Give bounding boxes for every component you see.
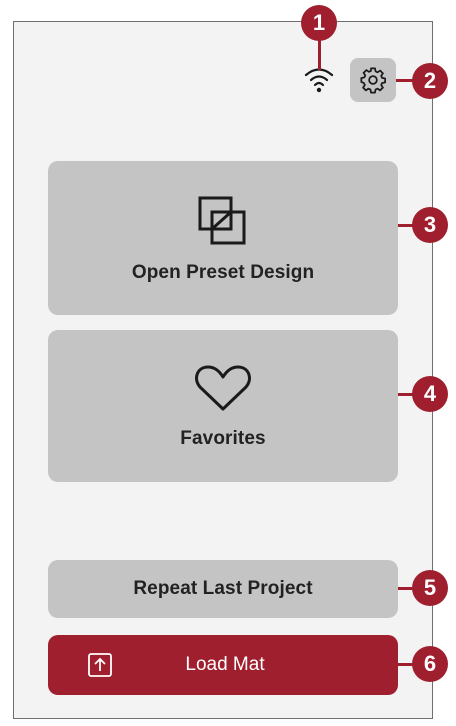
layers-square-icon [198,196,246,245]
callout-badge-6: 6 [412,646,448,682]
load-mat-button[interactable]: Load Mat [48,635,398,695]
favorites-label: Favorites [180,428,266,449]
repeat-last-project-label: Repeat Last Project [133,578,313,599]
repeat-last-project-button[interactable]: Repeat Last Project [48,560,398,618]
callout-badge-5: 5 [412,570,448,606]
favorites-button[interactable]: Favorites [48,330,398,482]
callout-badge-4: 4 [412,376,448,412]
callout-badge-3: 3 [412,207,448,243]
settings-button[interactable] [350,58,396,102]
callout-badge-2: 2 [412,63,448,99]
load-mat-label: Load Mat [185,654,265,675]
callout-badge-1: 1 [301,5,337,41]
callout-line-1 [318,40,321,70]
heart-icon [195,365,251,411]
open-preset-design-label: Open Preset Design [131,262,315,283]
gear-icon [360,67,387,94]
open-preset-design-button[interactable]: Open Preset Design [48,161,398,315]
